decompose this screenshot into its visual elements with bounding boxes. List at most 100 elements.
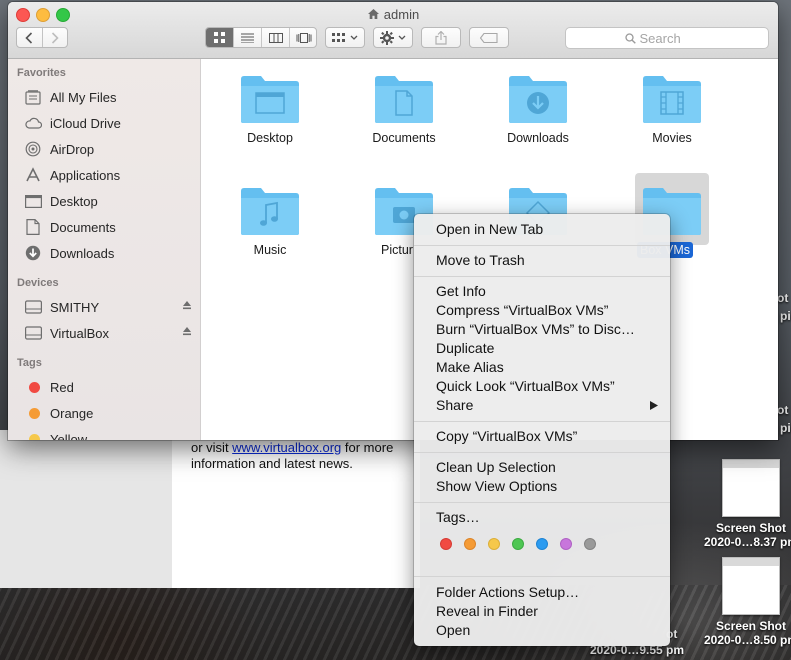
folder-label: Documents [372,131,436,145]
sidebar-item-downloads[interactable]: Downloads [24,243,194,263]
desktop-edge-label: pi [780,309,791,323]
all-files-icon [25,89,41,105]
list-view-button[interactable] [234,28,262,47]
sidebar-item-label: Yellow [50,431,88,441]
sidebar-item-label: AirDrop [50,141,95,157]
folder-label: Downloads [507,131,569,145]
sidebar-item-virtualbox[interactable]: VirtualBox [24,323,194,343]
desktop-file-screenshot-2[interactable]: Screen Shot 2020-0…8.50 pm [696,557,791,647]
eject-icon[interactable] [182,326,192,336]
window-title: admin [8,7,778,22]
menu-item-show-view-options[interactable]: Show View Options [436,478,557,494]
folder-documents[interactable]: Documents [344,73,464,145]
arrange-grid-icon [332,32,345,42]
tag-color-dot [29,381,40,393]
tag-gray-button[interactable] [584,538,596,550]
sidebar-item-all-my-files[interactable]: All My Files [24,87,194,107]
menu-item-folder-actions-setup[interactable]: Folder Actions Setup… [436,584,579,600]
icon-view-button[interactable] [206,28,234,47]
eject-icon[interactable] [182,300,192,310]
menu-item-quick-look[interactable]: Quick Look “VirtualBox VMs” [436,378,615,394]
menu-separator [414,576,670,577]
sidebar-item-label: VirtualBox [50,325,110,341]
desktop-file-name: Screen Shot [715,521,787,535]
list-icon [241,33,254,43]
tag-green-button[interactable] [512,538,524,550]
menu-item-make-alias[interactable]: Make Alias [436,359,504,375]
menu-item-reveal-in-finder[interactable]: Reveal in Finder [436,603,538,619]
tag-icon [480,32,498,43]
sidebar-item-tag-yellow[interactable]: Yellow [24,429,194,440]
folder-movies[interactable]: Movies [612,73,732,145]
desktop-file-date: 2020-0…8.50 pm [703,633,791,647]
sidebar-item-airdrop[interactable]: AirDrop [24,139,194,159]
cloud-icon [24,117,42,129]
menu-item-get-info[interactable]: Get Info [436,283,486,299]
edit-tags-button[interactable] [469,27,509,48]
search-input[interactable] [639,30,710,46]
airdrop-icon [25,141,41,157]
sidebar-item-label: iCloud Drive [50,115,121,131]
sidebar-item-label: All My Files [50,89,117,105]
sidebar-item-smithy[interactable]: SMITHY [24,297,194,317]
tag-color-dot [29,407,40,419]
menu-item-open[interactable]: Open [436,622,470,638]
drive-icon [24,300,42,314]
menu-separator [414,502,670,503]
sidebar-item-label: Downloads [50,245,115,261]
navigation-buttons [16,27,68,48]
desktop-edge-label: pi [780,421,791,435]
menu-item-tags[interactable]: Tags… [436,509,480,525]
chevron-left-icon [25,31,33,44]
sidebar-item-label: Orange [50,405,94,421]
menu-separator [414,421,670,422]
finder-toolbar: admin [8,2,778,59]
sidebar-item-tag-red[interactable]: Red [24,377,194,397]
menu-item-burn-to-disc[interactable]: Burn “VirtualBox VMs” to Disc… [436,321,635,337]
documents-folder-icon [375,76,433,123]
folder-downloads[interactable]: Downloads [478,73,598,145]
grid-icon [214,32,225,43]
music-folder-icon [241,188,299,235]
drive-icon [24,326,42,340]
welcome-text-suffix: for more [341,440,394,455]
chevron-right-icon [51,31,59,44]
forward-button[interactable] [43,28,68,47]
sidebar-header-tags: Tags [17,357,42,369]
virtualbox-link[interactable]: www.virtualbox.org [232,440,341,455]
tag-purple-button[interactable] [560,538,572,550]
folder-music[interactable]: Music [210,185,330,257]
tag-yellow-button[interactable] [488,538,500,550]
sidebar-item-documents[interactable]: Documents [24,217,194,237]
menu-item-duplicate[interactable]: Duplicate [436,340,494,356]
menu-item-share[interactable]: Share [436,397,473,413]
folder-label: Movies [652,131,692,145]
sidebar-item-desktop[interactable]: Desktop [24,191,194,211]
column-view-button[interactable] [262,28,290,47]
menu-item-clean-up-selection[interactable]: Clean Up Selection [436,459,556,475]
menu-item-copy[interactable]: Copy “VirtualBox VMs” [436,428,577,444]
submenu-arrow-icon [650,401,658,410]
desktop-file-screenshot-1[interactable]: Screen Shot 2020-0…8.37 pm [696,459,791,549]
cover-flow-view-button[interactable] [290,28,316,47]
folder-desktop[interactable]: Desktop [210,73,330,145]
share-button[interactable] [421,27,461,48]
menu-separator [414,452,670,453]
screenshot-thumbnail [722,459,780,517]
sidebar-item-icloud-drive[interactable]: iCloud Drive [24,113,194,133]
back-button[interactable] [17,28,43,47]
tag-blue-button[interactable] [536,538,548,550]
action-button[interactable] [373,27,413,48]
arrange-button[interactable] [325,27,365,48]
menu-item-compress[interactable]: Compress “VirtualBox VMs” [436,302,608,318]
sidebar-item-applications[interactable]: Applications [24,165,194,185]
tag-orange-button[interactable] [464,538,476,550]
search-field[interactable] [565,27,769,49]
tag-red-button[interactable] [440,538,452,550]
home-icon [367,9,379,19]
columns-icon [268,32,283,43]
menu-item-open-in-new-tab[interactable]: Open in New Tab [436,221,543,237]
sidebar-item-label: SMITHY [50,299,100,315]
menu-item-move-to-trash[interactable]: Move to Trash [436,252,525,268]
sidebar-item-tag-orange[interactable]: Orange [24,403,194,423]
